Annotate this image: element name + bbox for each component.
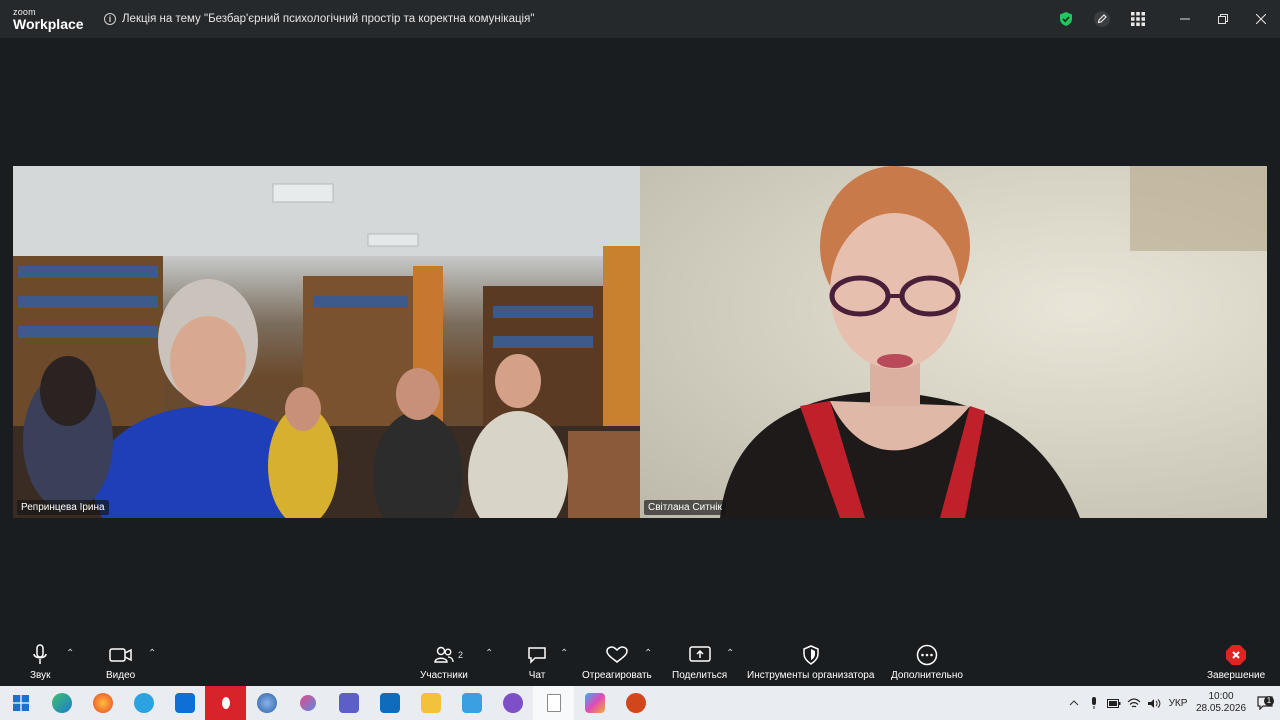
participants-options-caret-icon[interactable]: ⌃ — [485, 648, 493, 659]
more-label: Дополнительно — [891, 670, 963, 681]
restore-button[interactable] — [1204, 0, 1242, 38]
pencil-icon[interactable] — [1084, 0, 1120, 38]
speaker-icon[interactable] — [1144, 698, 1164, 709]
notification-center-icon[interactable]: 1 — [1250, 696, 1280, 710]
end-label: Завершение — [1207, 670, 1266, 681]
minimize-button[interactable] — [1166, 0, 1204, 38]
security-shield-icon — [802, 642, 820, 668]
powerpoint-icon[interactable] — [615, 686, 656, 720]
shield-check-icon[interactable] — [1048, 0, 1084, 38]
video-label: Видео — [106, 670, 136, 681]
video-stage: Репринцева Ірина Світлана Ситнік — [0, 38, 1280, 638]
audio-options-caret-icon[interactable]: ⌃ — [66, 648, 74, 659]
telegram-icon[interactable] — [123, 686, 164, 720]
microphone-icon — [32, 642, 48, 668]
host-tools-label: Инструменты организатора — [747, 670, 875, 681]
react-options-caret-icon[interactable]: ⌃ — [644, 648, 652, 659]
clock-date: 28.05.2026 — [1195, 703, 1247, 714]
title-bar: zoom Workplace i Лекція на тему "Безбар'… — [0, 0, 1280, 38]
react-label: Отреагировать — [582, 670, 652, 681]
system-tray: УКР 10:00 28.05.2026 1 — [1064, 686, 1280, 720]
notepad-icon[interactable] — [533, 686, 574, 720]
participants-label: Участники — [420, 670, 468, 681]
end-call-icon — [1225, 642, 1247, 668]
participants-icon — [434, 642, 454, 668]
info-icon[interactable]: i — [104, 13, 116, 25]
edge-icon[interactable] — [41, 686, 82, 720]
outlook-icon[interactable] — [369, 686, 410, 720]
host-tools-button[interactable]: Инструменты организатора — [747, 642, 874, 681]
photos-icon[interactable] — [451, 686, 492, 720]
battery-icon[interactable] — [1104, 698, 1124, 708]
copilot-icon[interactable] — [574, 686, 615, 720]
windows-start-icon[interactable] — [0, 686, 41, 720]
more-dots-icon — [916, 642, 938, 668]
clock-time: 10:00 — [1208, 691, 1234, 702]
viber-icon[interactable] — [492, 686, 533, 720]
zoom-window: zoom Workplace i Лекція на тему "Безбар'… — [0, 0, 1280, 720]
chat-label: Чат — [528, 670, 546, 681]
share-label: Поделиться — [672, 670, 728, 681]
wifi-icon[interactable] — [1124, 697, 1144, 709]
audio-label: Звук — [30, 670, 51, 681]
participant-name-tag: Репринцева Ірина — [17, 500, 109, 515]
grid-icon[interactable] — [1120, 0, 1156, 38]
participant-name-tag: Світлана Ситнік — [644, 500, 726, 515]
globe-icon[interactable] — [246, 686, 287, 720]
windows-taskbar: УКР 10:00 28.05.2026 1 — [0, 686, 1280, 720]
chat-options-caret-icon[interactable]: ⌃ — [560, 648, 568, 659]
language-indicator[interactable]: УКР — [1164, 698, 1192, 709]
snipping-tool-icon[interactable] — [287, 686, 328, 720]
audio-button[interactable]: Звук — [30, 642, 51, 681]
share-options-caret-icon[interactable]: ⌃ — [726, 648, 734, 659]
speaker-video-frame — [720, 166, 1267, 518]
microphone-tray-icon[interactable] — [1084, 696, 1104, 710]
video-button[interactable]: Видео — [106, 642, 135, 681]
close-button[interactable] — [1242, 0, 1280, 38]
meeting-title: Лекція на тему "Безбар'єрний психологічн… — [122, 13, 535, 25]
react-button[interactable]: Отреагировать — [582, 642, 652, 681]
chevron-up-icon[interactable] — [1064, 700, 1084, 706]
brand-bottom: Workplace — [13, 15, 84, 32]
meeting-info[interactable]: i Лекція на тему "Безбар'єрний психологі… — [104, 13, 534, 25]
meeting-controls: Звук ⌃ Видео ⌃ Участники 2 ⌃ Чат ⌃ Отреа… — [0, 638, 1280, 686]
chat-bubble-icon — [527, 642, 547, 668]
share-button[interactable]: Поделиться — [672, 642, 727, 681]
more-button[interactable]: Дополнительно — [891, 642, 963, 681]
teamviewer-icon[interactable] — [164, 686, 205, 720]
end-meeting-button[interactable]: Завершение — [1207, 642, 1265, 681]
firefox-icon[interactable] — [82, 686, 123, 720]
video-options-caret-icon[interactable]: ⌃ — [148, 648, 156, 659]
share-screen-icon — [688, 642, 711, 668]
clock[interactable]: 10:00 28.05.2026 — [1192, 691, 1250, 715]
opera-icon[interactable] — [205, 686, 246, 720]
video-tile-1[interactable]: Репринцева Ірина — [13, 166, 640, 518]
notification-badge: 1 — [1264, 696, 1274, 706]
zoom-logo: zoom Workplace — [0, 7, 104, 32]
library-video-frame — [13, 166, 640, 518]
teams-icon[interactable] — [328, 686, 369, 720]
chat-button[interactable]: Чат — [527, 642, 547, 681]
heart-icon — [606, 642, 628, 668]
participants-count: 2 — [458, 650, 464, 660]
camera-icon — [108, 642, 133, 668]
participants-button[interactable]: Участники — [420, 642, 468, 681]
file-explorer-icon[interactable] — [410, 686, 451, 720]
video-tile-2[interactable]: Світлана Ситнік — [640, 166, 1267, 518]
